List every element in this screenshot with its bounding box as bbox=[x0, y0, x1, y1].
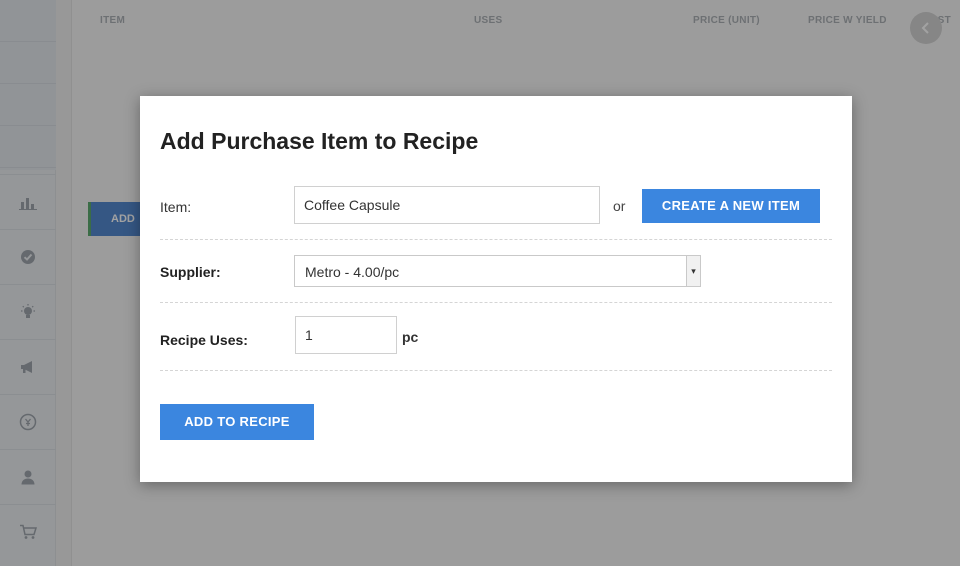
add-to-recipe-button[interactable]: ADD TO RECIPE bbox=[160, 404, 314, 440]
create-new-item-button[interactable]: CREATE A NEW ITEM bbox=[642, 189, 820, 223]
supplier-label: Supplier: bbox=[160, 264, 221, 280]
item-input[interactable] bbox=[294, 186, 600, 224]
recipe-uses-row: Recipe Uses: pc bbox=[160, 316, 832, 356]
supplier-row: Supplier: Metro - 4.00/pc ▾ bbox=[160, 254, 832, 288]
or-text: or bbox=[613, 198, 626, 214]
dialog-title: Add Purchase Item to Recipe bbox=[160, 128, 479, 154]
item-row: Item: or CREATE A NEW ITEM bbox=[160, 186, 832, 226]
divider bbox=[160, 302, 832, 303]
recipe-uses-input[interactable] bbox=[295, 316, 397, 354]
recipe-uses-label: Recipe Uses: bbox=[160, 332, 248, 348]
supplier-select[interactable]: Metro - 4.00/pc ▾ bbox=[294, 255, 701, 287]
unit-label: pc bbox=[402, 329, 419, 345]
supplier-selected-value: Metro - 4.00/pc bbox=[305, 264, 400, 280]
item-label: Item: bbox=[160, 199, 192, 215]
divider bbox=[160, 239, 832, 240]
select-arrow-icon[interactable]: ▾ bbox=[686, 256, 700, 286]
divider bbox=[160, 370, 832, 371]
add-purchase-item-dialog: Add Purchase Item to Recipe Item: or CRE… bbox=[140, 96, 852, 482]
